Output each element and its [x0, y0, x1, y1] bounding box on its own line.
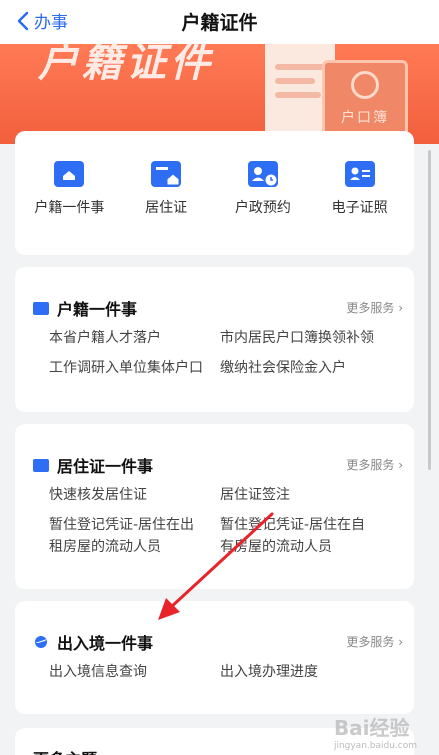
service-link[interactable]: 市内居民户口簿换领补领 — [220, 327, 374, 349]
service-link[interactable]: 出入境信息查询 — [49, 661, 147, 683]
service-link[interactable]: 工作调研入单位集体户口 — [49, 357, 203, 379]
quick-action-residence[interactable]: 居住证 — [120, 161, 212, 255]
residence-permit-icon — [33, 458, 49, 472]
nav-header: 办事 户籍证件 — [0, 0, 439, 44]
household-card-icon — [54, 161, 85, 187]
hero-banner: 户籍证件 户口簿 — [0, 44, 439, 144]
banner-title: 户籍证件 — [38, 44, 214, 86]
page-title: 户籍证件 — [181, 12, 258, 34]
appointment-icon — [247, 161, 278, 187]
service-link[interactable]: 快速核发居住证 — [49, 484, 147, 506]
section-title: 居住证一件事 — [57, 457, 154, 476]
service-link[interactable]: 暂住登记凭证-居住在出租房屋的流动人员 — [49, 514, 207, 558]
quick-action-label: 居住证 — [145, 200, 188, 216]
section-title: 户籍一件事 — [57, 300, 138, 319]
more-topics-title: 更多主题 — [33, 746, 97, 755]
quick-action-e-license[interactable]: 电子证照 — [314, 161, 406, 255]
more-services-link[interactable]: 更多服务 › — [346, 633, 403, 650]
emblem-icon — [351, 71, 379, 99]
residence-section-card — [15, 424, 414, 589]
quick-actions-card: 户籍一件事 居住证 户政预约 电子证照 — [15, 131, 414, 255]
section-title: 出入境一件事 — [57, 634, 154, 653]
e-license-icon — [344, 161, 375, 187]
exit-entry-section-card — [15, 601, 414, 714]
exit-entry-section-header: 出入境一件事 — [33, 630, 153, 654]
residence-permit-icon — [151, 161, 182, 187]
service-link[interactable]: 本省户籍人才落户 — [49, 327, 161, 349]
more-services-link[interactable]: 更多服务 › — [346, 456, 403, 473]
service-link[interactable]: 暂住登记凭证-居住在自有房屋的流动人员 — [220, 514, 378, 558]
book-label: 户口簿 — [341, 110, 389, 126]
quick-action-appointment[interactable]: 户政预约 — [217, 161, 309, 255]
household-book-illustration: 户口簿 — [322, 60, 408, 140]
quick-action-label: 户籍一件事 — [34, 200, 105, 216]
household-card-icon — [33, 301, 49, 315]
quick-action-label: 户政预约 — [234, 200, 291, 216]
residence-section-header: 居住证一件事 — [33, 453, 153, 477]
service-link[interactable]: 居住证签注 — [220, 484, 290, 506]
watermark-logo: Bai经验 jingyan.baidu.com — [333, 716, 417, 751]
household-section-header: 户籍一件事 — [33, 296, 137, 320]
service-link[interactable]: 出入境办理进度 — [220, 661, 318, 683]
scrollbar[interactable] — [428, 150, 431, 470]
quick-action-label: 电子证照 — [331, 200, 388, 216]
service-link[interactable]: 缴纳社会保险金入户 — [220, 357, 346, 379]
quick-action-household[interactable]: 户籍一件事 — [23, 161, 115, 255]
more-services-link[interactable]: 更多服务 › — [346, 299, 403, 316]
airplane-globe-icon — [35, 636, 47, 648]
